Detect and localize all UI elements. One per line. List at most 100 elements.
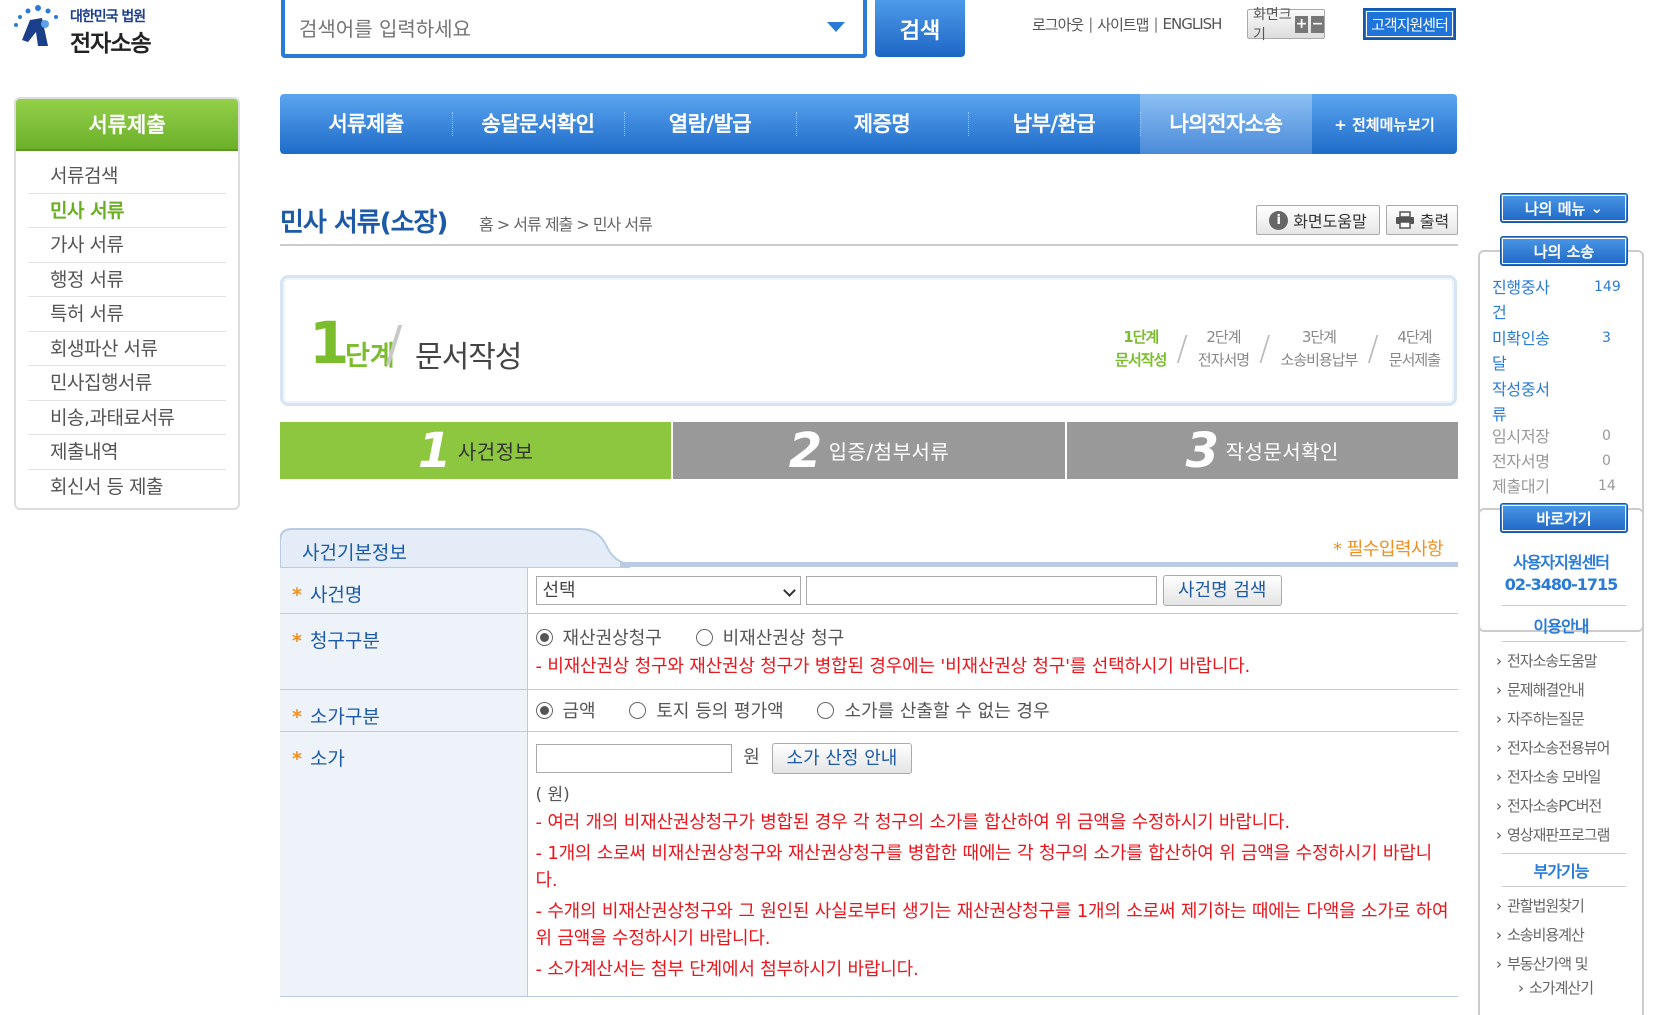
link-pc-version[interactable]: 전자소송PC버전 [1496, 795, 1602, 816]
section-tab: 사건기본정보 [280, 528, 630, 568]
link-video-trial[interactable]: 영상재판프로그램 [1496, 824, 1610, 845]
search-box [281, 0, 867, 58]
link-property-value[interactable]: 부동산가액 및 [1496, 953, 1589, 974]
stat-value-unconfirmed[interactable]: 3 [1602, 330, 1611, 346]
tab-review[interactable]: 3 작성문서확인 [1066, 422, 1458, 479]
tab-case-info[interactable]: 1 사건정보 [280, 422, 672, 479]
claim-type-note: - 비재산권상 청구와 재산권상 청구가 병합된 경우에는 '비재산권상 청구'… [535, 655, 1251, 677]
link-troubleshoot[interactable]: 문제해결안내 [1496, 679, 1585, 700]
court-logo-icon [14, 5, 58, 46]
mini-step-divider: / [1176, 329, 1188, 369]
mini-step-2: 2단계 전자서명 [1197, 328, 1250, 369]
english-link[interactable]: ENGLISH [1163, 15, 1223, 33]
stat-label-pending[interactable]: 제출대기 [1492, 474, 1562, 499]
tab-label: 입증/첨부서류 [828, 440, 950, 464]
link-viewer[interactable]: 전자소송전용뷰어 [1496, 737, 1610, 758]
support-center-name[interactable]: 사용자지원센터 [1486, 549, 1636, 573]
quick-divider [1502, 605, 1626, 606]
radio-unchecked-icon [629, 701, 647, 719]
stat-label-temp[interactable]: 임시저장 [1492, 424, 1562, 449]
radio-amount[interactable]: 금액 [535, 697, 596, 723]
guide-title: 이용안내 [1533, 617, 1590, 636]
value-calc-guide-button[interactable]: 소가 산정 안내 [771, 742, 913, 774]
sitemap-link[interactable]: 사이트맵 [1097, 14, 1149, 35]
nav-certificate[interactable]: 제증명 [796, 94, 968, 154]
sidebar-item-reply[interactable]: 회신서 등 제출 [28, 470, 226, 505]
court-logo[interactable]: 대한민국 법원 전자소송 [8, 2, 178, 57]
link-ecourt-help[interactable]: 전자소송도움말 [1496, 650, 1598, 671]
stat-value-ongoing[interactable]: 149 [1594, 279, 1621, 295]
font-plus-button[interactable]: + [1295, 15, 1309, 33]
info-icon: i [1269, 210, 1289, 230]
search-button[interactable]: 검색 [875, 0, 965, 57]
sidebar-item-noncontentious[interactable]: 비송,과태료서류 [28, 401, 226, 435]
logo-line1: 대한민국 법원 [70, 9, 146, 25]
value-sub: ( 원) [535, 784, 570, 805]
nav-delivery-check[interactable]: 송달문서확인 [452, 94, 624, 154]
sidebar-item-history[interactable]: 제출내역 [28, 435, 226, 470]
search-dropdown-icon[interactable] [827, 22, 845, 32]
nav-view-issue[interactable]: 열람/발급 [624, 94, 796, 154]
radio-not-calculable[interactable]: 소가를 산출할 수 없는 경우 [817, 697, 1050, 723]
step-name: 문서작성 [415, 340, 522, 375]
breadcrumb: 홈 > 서류 제출 > 민사 서류 [479, 215, 653, 234]
radio-land-value[interactable]: 토지 등의 평가액 [629, 697, 784, 723]
step-progress: 1단계 문서작성 / 2단계 전자서명 / 3단계 소송비용납부 / 4단계 문서제출 [1115, 326, 1441, 372]
stat-label-unconfirmed[interactable]: 미확인송달 [1492, 326, 1562, 376]
stat-label-ongoing[interactable]: 진행중사건 [1492, 275, 1562, 325]
value-note-1: - 여러 개의 비재산권상청구가 병합된 경우 각 청구의 소가를 합산하여 위… [535, 811, 1291, 833]
value-amount-input[interactable] [535, 743, 732, 773]
tab-number: 1 [417, 422, 452, 479]
stat-label-esign[interactable]: 전자서명 [1492, 449, 1562, 474]
nav-submit-docs[interactable]: 서류제출 [280, 94, 452, 154]
stat-value-pending[interactable]: 14 [1598, 478, 1616, 494]
shortcut-label: 바로가기 [1500, 503, 1628, 533]
row-value: * 소가 원 소가 산정 안내 ( 원) - 여러 개의 비재산권상청구가 병합된… [280, 731, 1458, 997]
row-claim-type: * 청구구분 재산권상청구 비재산권상 청구 - 비재산권상 청구와 재산권상 청… [280, 613, 1458, 690]
case-name-input[interactable] [806, 576, 1158, 605]
stat-value-temp[interactable]: 0 [1602, 428, 1611, 444]
case-name-search-button[interactable]: 사건명 검색 [1162, 575, 1282, 606]
support-center-phone: 02-3480-1715 [1504, 575, 1619, 594]
util-separator: | [1153, 15, 1158, 33]
link-cost-calc[interactable]: 소송비용계산 [1496, 924, 1585, 945]
mini-step-4: 4단계 문서제출 [1388, 328, 1441, 369]
nav-payment-refund[interactable]: 납부/환급 [968, 94, 1140, 154]
print-button[interactable]: 출력 [1386, 205, 1458, 235]
print-label: 출력 [1419, 212, 1450, 231]
search-input[interactable] [299, 14, 799, 44]
link-faq[interactable]: 자주하는질문 [1496, 708, 1585, 729]
case-name-select[interactable]: 선택 [535, 576, 801, 605]
font-minus-button[interactable]: − [1311, 15, 1324, 33]
sidebar-item-patent[interactable]: 특허 서류 [28, 297, 226, 332]
sidebar-item-civil[interactable]: 민사 서류 [28, 194, 226, 228]
sidebar-item-search[interactable]: 서류검색 [28, 159, 226, 194]
stat-value-esign[interactable]: 0 [1602, 453, 1611, 469]
radio-property-claim[interactable]: 재산권상청구 [535, 624, 662, 650]
mini-step-divider: / [1259, 329, 1271, 369]
logout-link[interactable]: 로그아웃 [1032, 14, 1084, 35]
nav-all-menu[interactable]: + 전체메뉴보기 [1312, 94, 1457, 154]
nav-my-ecourt[interactable]: 나의전자소송 [1140, 94, 1312, 154]
sidebar-item-family[interactable]: 가사 서류 [28, 228, 226, 263]
my-case-label: 나의 소송 [1500, 236, 1628, 266]
stat-label-drafting[interactable]: 작성중서류 [1492, 377, 1562, 427]
radio-nonproperty-claim[interactable]: 비재산권상 청구 [695, 624, 844, 650]
step-indicator: 1 단계 / 문서작성 1단계 문서작성 / 2단계 전자서명 / 3단계 소송비용납… [280, 275, 1457, 406]
quick-divider [1502, 886, 1626, 887]
step-slash: / [386, 316, 403, 372]
claim-type-label: * 청구구분 [280, 613, 528, 690]
tab-evidence[interactable]: 2 입증/첨부서류 [673, 422, 1065, 479]
support-center-button[interactable]: 고객지원센터 [1363, 8, 1456, 40]
quick-divider [1502, 853, 1626, 854]
link-court-finder[interactable]: 관할법원찾기 [1496, 895, 1585, 916]
sidebar-item-administrative[interactable]: 행정 서류 [28, 263, 226, 297]
link-mobile[interactable]: 전자소송 모바일 [1496, 766, 1601, 787]
sidebar-item-bankruptcy[interactable]: 회생파산 서류 [28, 332, 226, 366]
my-menu-button[interactable]: 나의 메뉴 ⌄ [1500, 193, 1628, 223]
link-value-calculator[interactable]: 소가계산기 [1518, 977, 1594, 998]
screen-help-button[interactable]: i 화면도움말 [1256, 205, 1380, 235]
sidebar-item-execution[interactable]: 민사집행서류 [28, 366, 226, 401]
value-unit: 원 [743, 747, 760, 768]
screen-help-label: 화면도움말 [1293, 212, 1367, 231]
